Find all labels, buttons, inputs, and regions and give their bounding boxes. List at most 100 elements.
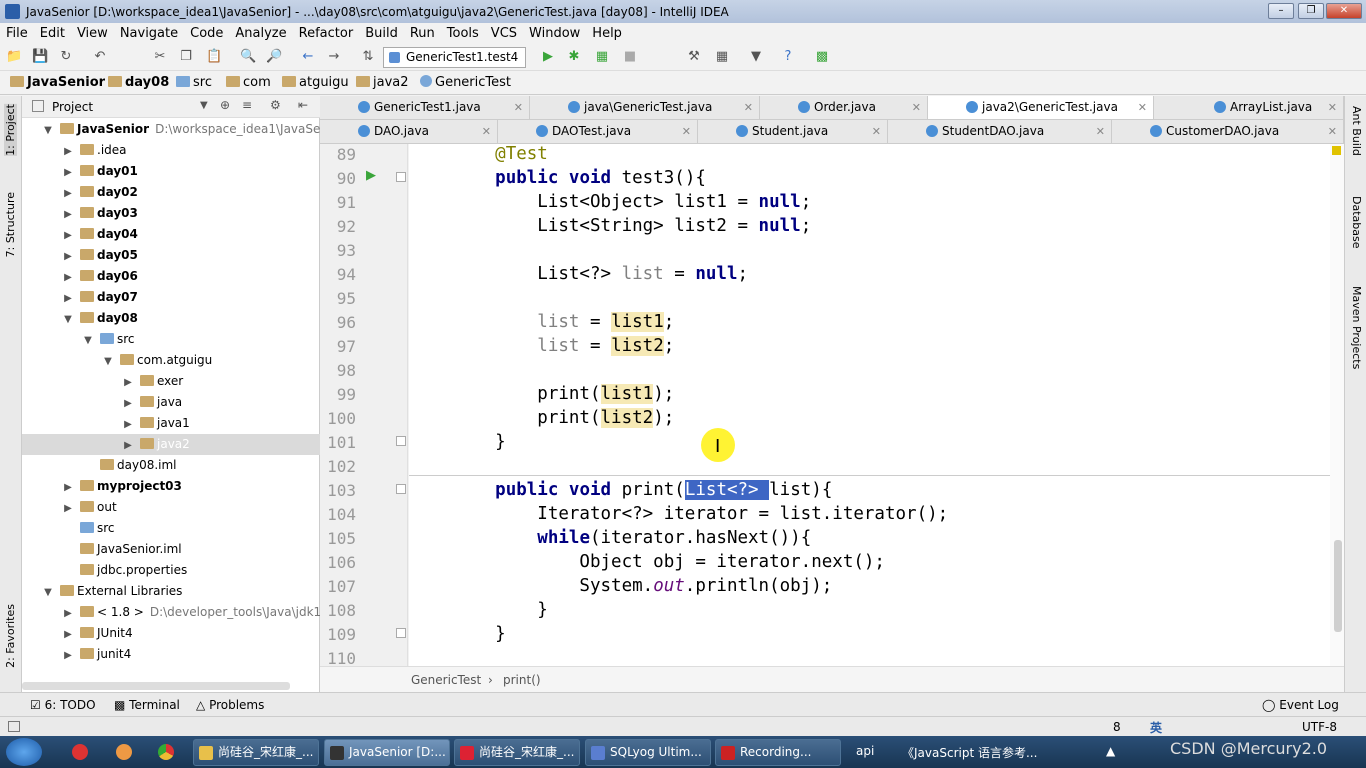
breadcrumb-class[interactable]: GenericTest <box>420 75 511 90</box>
editor-tab[interactable]: ArrayList.java ✕ <box>1176 96 1344 119</box>
status-encoding[interactable]: UTF-8 <box>1302 720 1337 734</box>
tree-item[interactable]: ▼ day08 <box>22 308 320 329</box>
breadcrumb-src[interactable]: src <box>176 75 212 90</box>
run-icon[interactable]: ▶ <box>540 49 556 65</box>
stop-icon[interactable]: ■ <box>622 49 638 65</box>
menu-view[interactable]: View <box>77 26 108 41</box>
menu-analyze[interactable]: Analyze <box>235 26 286 41</box>
taskbar-app-icon[interactable] <box>116 744 132 760</box>
editor-scrollbar[interactable] <box>1330 144 1344 666</box>
editor-tab[interactable]: Student.java ✕ <box>698 120 888 143</box>
chevron-down-icon[interactable]: ▼ <box>42 582 54 602</box>
tree-item[interactable]: jdbc.properties <box>22 560 320 581</box>
tree-item[interactable]: ▶ out <box>22 497 320 518</box>
tree-item[interactable]: ▶ day04 <box>22 224 320 245</box>
ant-build-tool-tab[interactable]: Ant Build <box>1350 106 1363 156</box>
tree-item[interactable]: ▶ java2 <box>22 434 320 455</box>
editor-tab[interactable]: GenericTest1.java ✕ <box>320 96 530 119</box>
start-button[interactable] <box>6 738 42 766</box>
chevron-right-icon[interactable]: ▶ <box>62 624 74 644</box>
gear-icon[interactable]: ⚙ <box>270 98 281 112</box>
chevron-right-icon[interactable]: ▶ <box>62 267 74 287</box>
undo-icon[interactable]: ↶ <box>92 49 108 65</box>
tool-windows-icon[interactable] <box>8 721 20 732</box>
save-icon[interactable]: 💾 <box>32 49 48 65</box>
tree-item[interactable]: ▶ day05 <box>22 245 320 266</box>
tree-item[interactable]: ▶ < 1.8 > D:\developer_tools\Java\jdk1.8.0 <box>22 602 320 623</box>
menu-run[interactable]: Run <box>410 26 435 41</box>
close-button[interactable]: ✕ <box>1326 3 1362 19</box>
breadcrumb-day08[interactable]: day08 <box>108 75 169 90</box>
code-breadcrumb-method[interactable]: print() <box>503 673 541 687</box>
menu-edit[interactable]: Edit <box>40 26 65 41</box>
chevron-right-icon[interactable]: ▶ <box>122 372 134 392</box>
tree-item[interactable]: ▶ myproject03 <box>22 476 320 497</box>
event-log-tool-tab[interactable]: ◯ Event Log <box>1262 698 1339 712</box>
code-breadcrumb-class[interactable]: GenericTest <box>411 673 481 687</box>
close-icon[interactable]: ✕ <box>682 120 691 143</box>
chevron-down-icon[interactable]: ▼ <box>200 100 208 111</box>
tree-item[interactable]: day08.iml <box>22 455 320 476</box>
locate-icon[interactable]: ⊕ <box>220 98 230 112</box>
problems-tool-tab[interactable]: △ Problems <box>196 698 264 712</box>
tray-item[interactable]: 《JavaScript 语言参考... <box>902 744 1037 761</box>
close-icon[interactable]: ✕ <box>872 120 881 143</box>
taskbar-task[interactable]: SQLyog Ultim... <box>585 739 711 766</box>
tree-item[interactable]: ▶ .idea <box>22 140 320 161</box>
chevron-right-icon[interactable]: ▶ <box>62 603 74 623</box>
sdk-icon[interactable]: ▼ <box>748 49 764 65</box>
tree-item[interactable]: ▶ JUnit4 <box>22 623 320 644</box>
tree-item[interactable]: ▶ day06 <box>22 266 320 287</box>
menu-refactor[interactable]: Refactor <box>299 26 354 41</box>
taskbar-app-icon[interactable] <box>72 744 88 760</box>
open-folder-icon[interactable]: 📁 <box>6 49 22 65</box>
maven-projects-tool-tab[interactable]: Maven Projects <box>1350 286 1363 369</box>
run-configuration-select[interactable]: GenericTest1.test4 <box>383 47 526 68</box>
run-test-icon[interactable]: ▶ <box>366 168 376 183</box>
chevron-right-icon[interactable]: ▶ <box>62 183 74 203</box>
editor-tab[interactable]: DAO.java ✕ <box>320 120 498 143</box>
find-icon[interactable]: 🔍 <box>240 49 256 65</box>
collapse-icon[interactable]: ≡ <box>242 98 252 112</box>
editor-tab[interactable]: CustomerDAO.java ✕ <box>1112 120 1344 143</box>
close-icon[interactable]: ✕ <box>1328 96 1337 119</box>
menu-build[interactable]: Build <box>365 26 398 41</box>
tree-item[interactable]: ▼ External Libraries <box>22 581 320 602</box>
fold-icon[interactable] <box>396 172 406 182</box>
chevron-right-icon[interactable]: ▶ <box>62 162 74 182</box>
scroll-thumb[interactable] <box>1334 540 1342 632</box>
editor-tab[interactable]: java\GenericTest.java ✕ <box>530 96 760 119</box>
sync-icon[interactable]: ↻ <box>58 49 74 65</box>
tree-item[interactable]: JavaSenior.iml <box>22 539 320 560</box>
chevron-down-icon[interactable]: ▼ <box>62 309 74 329</box>
chevron-right-icon[interactable]: ▶ <box>62 645 74 665</box>
hide-panel-icon[interactable]: ⇤ <box>298 98 308 112</box>
fold-icon[interactable] <box>396 436 406 446</box>
close-icon[interactable]: ✕ <box>912 96 921 119</box>
chevron-down-icon[interactable]: ▼ <box>102 351 114 371</box>
fold-icon[interactable] <box>396 484 406 494</box>
chevron-right-icon[interactable]: ▶ <box>62 141 74 161</box>
project-panel-title[interactable]: Project <box>52 100 93 114</box>
menu-code[interactable]: Code <box>190 26 223 41</box>
menu-tools[interactable]: Tools <box>447 26 479 41</box>
project-tool-tab[interactable]: 1: Project <box>4 104 17 156</box>
breadcrumb-com[interactable]: com <box>226 75 271 90</box>
menu-help[interactable]: Help <box>592 26 622 41</box>
database-tool-tab[interactable]: Database <box>1350 196 1363 249</box>
menu-vcs[interactable]: VCS <box>491 26 517 41</box>
tree-item[interactable]: ▶ day07 <box>22 287 320 308</box>
menu-file[interactable]: File <box>6 26 28 41</box>
breadcrumb-java2[interactable]: java2 <box>356 75 409 90</box>
tree-item[interactable]: ▶ exer <box>22 371 320 392</box>
editor-tab[interactable]: java2\GenericTest.java ✕ <box>928 96 1154 119</box>
chevron-right-icon[interactable]: ▶ <box>122 393 134 413</box>
tree-item[interactable]: ▶ java1 <box>22 413 320 434</box>
tree-item[interactable]: ▼ JavaSenior D:\workspace_idea1\JavaSenior <box>22 119 320 140</box>
tree-item[interactable]: ▼ src <box>22 329 320 350</box>
paste-icon[interactable]: 📋 <box>206 49 222 65</box>
chevron-right-icon[interactable]: ▶ <box>62 204 74 224</box>
taskbar-task[interactable]: JavaSenior [D:... <box>324 739 450 766</box>
chevron-right-icon[interactable]: ▶ <box>62 288 74 308</box>
coverage-icon[interactable]: ▦ <box>594 49 610 65</box>
